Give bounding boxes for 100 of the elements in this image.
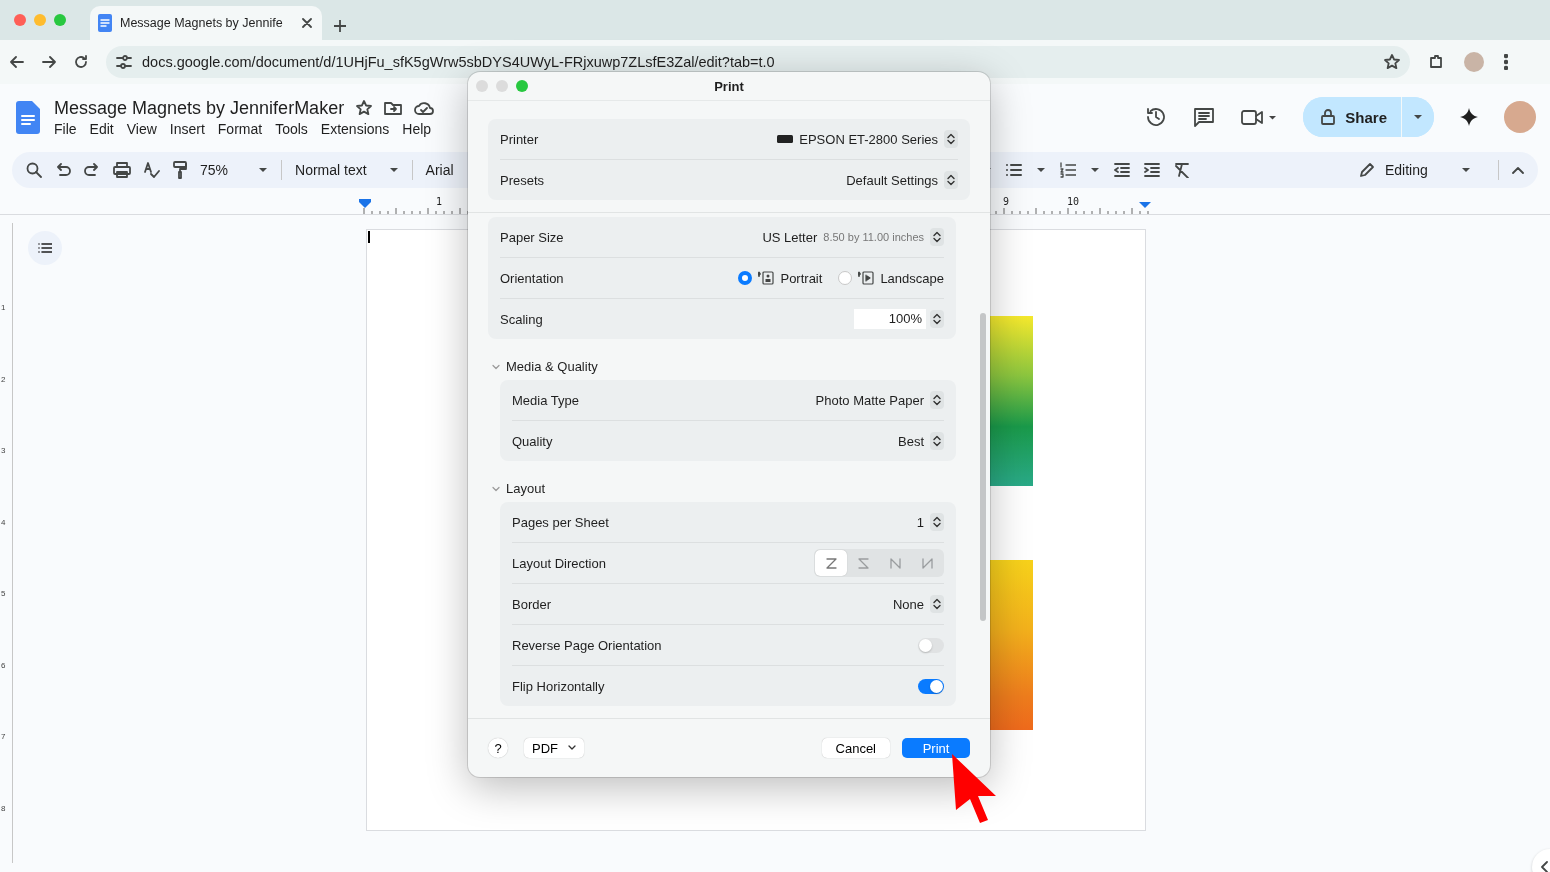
cancel-button[interactable]: Cancel bbox=[821, 738, 890, 758]
setting-value[interactable]: Photo Matte Paper bbox=[815, 392, 924, 408]
scrollbar-thumb[interactable] bbox=[980, 313, 986, 621]
search-icon bbox=[26, 162, 42, 178]
redo-icon bbox=[84, 163, 100, 177]
menu-item[interactable]: Format bbox=[217, 120, 270, 137]
extensions-icon bbox=[1428, 54, 1444, 70]
setting-value[interactable]: EPSON ET-2800 Series bbox=[799, 131, 938, 147]
ruler-number: 2 bbox=[1, 374, 6, 384]
chevron-left-icon bbox=[1540, 861, 1548, 872]
menu-item[interactable]: File bbox=[54, 120, 84, 137]
paper-dimensions: 8.50 by 11.00 inches bbox=[823, 231, 924, 243]
setting-label: Paper Size bbox=[500, 229, 565, 245]
menu-item[interactable]: Extensions bbox=[320, 120, 397, 137]
document-icon bbox=[98, 14, 112, 32]
ruler-number: 3 bbox=[1, 446, 6, 455]
setting-label: Layout Direction bbox=[512, 555, 607, 571]
ruler-number: 10 bbox=[1067, 196, 1080, 207]
more-icon bbox=[1504, 54, 1508, 70]
toggle-switch[interactable] bbox=[918, 637, 944, 653]
stepper-arrows-icon[interactable] bbox=[930, 432, 944, 450]
browser-tab[interactable]: Message Magnets by Jennife bbox=[90, 6, 322, 40]
new-tab-icon bbox=[334, 20, 346, 32]
chevron-down-icon bbox=[492, 484, 500, 493]
share-button[interactable]: Share bbox=[1303, 97, 1402, 137]
stepper-arrows-icon[interactable] bbox=[930, 228, 944, 246]
stepper-arrows-icon[interactable] bbox=[944, 171, 958, 189]
font-dropdown[interactable]: Arial bbox=[425, 162, 454, 178]
stepper-arrows-icon[interactable] bbox=[930, 513, 944, 531]
editing-mode-dropdown[interactable]: Editing bbox=[1345, 154, 1485, 186]
section-header[interactable]: Layout bbox=[492, 481, 546, 496]
ruler-number: 7 bbox=[1, 732, 6, 741]
stepper-arrows-icon[interactable] bbox=[944, 130, 958, 148]
decrease-indent-icon bbox=[1113, 163, 1130, 177]
setting-value[interactable]: Default Settings bbox=[846, 172, 938, 188]
account-avatar[interactable] bbox=[1504, 101, 1536, 133]
radio-label[interactable]: Landscape bbox=[880, 270, 944, 286]
document-title[interactable]: Message Magnets by JenniferMaker bbox=[54, 97, 345, 119]
document-outline-button[interactable] bbox=[28, 231, 62, 265]
scaling-field[interactable]: 100% bbox=[854, 309, 926, 329]
lock-icon bbox=[1321, 109, 1336, 125]
setting-label: Flip Horizontally bbox=[512, 678, 606, 694]
caret-down-icon bbox=[1413, 114, 1423, 120]
print-icon bbox=[113, 162, 131, 178]
close-icon bbox=[302, 18, 312, 28]
spellcheck-icon bbox=[144, 162, 160, 178]
clear-formatting-icon bbox=[1173, 162, 1190, 178]
numbered-list-icon bbox=[1059, 162, 1076, 178]
chevron-down-icon bbox=[492, 362, 500, 371]
menu-item[interactable]: Edit bbox=[89, 120, 121, 137]
setting-label: Printer bbox=[500, 131, 540, 147]
setting-value[interactable]: US Letter bbox=[762, 229, 818, 245]
reload-icon bbox=[74, 55, 88, 69]
setting-label: Quality bbox=[512, 433, 554, 449]
radio-button[interactable] bbox=[838, 271, 853, 285]
section-header[interactable]: Media & Quality bbox=[492, 359, 598, 374]
comment-icon bbox=[1193, 107, 1216, 127]
ruler-number: 5 bbox=[1, 589, 6, 598]
layout-direction-option[interactable] bbox=[815, 550, 847, 576]
radio-label[interactable]: Portrait bbox=[780, 270, 823, 286]
video-camera-icon bbox=[1241, 108, 1278, 126]
ruler-number: 6 bbox=[1, 660, 6, 670]
ruler-number: 1 bbox=[436, 196, 443, 207]
undo-icon bbox=[55, 163, 71, 177]
toggle-switch[interactable] bbox=[918, 678, 944, 694]
move-folder-icon bbox=[384, 101, 403, 115]
menu-item[interactable]: Tools bbox=[275, 120, 315, 137]
caret-down-icon bbox=[258, 167, 269, 173]
zoom-dialog-button[interactable] bbox=[516, 80, 528, 92]
back-arrow-icon bbox=[10, 56, 24, 68]
left-indent-marker[interactable] bbox=[359, 199, 371, 208]
collapse-chevron-icon bbox=[1512, 166, 1524, 174]
setting-value[interactable]: 1 bbox=[916, 514, 924, 530]
close-window-button[interactable] bbox=[14, 14, 26, 26]
help-button[interactable]: ? bbox=[488, 738, 508, 758]
pointer-cursor-icon bbox=[950, 752, 998, 824]
address-bar[interactable]: docs.google.com/document/d/1UHjFu_sfK5gWrw5sbDYS4UWyL-FRjxuwp7ZLsfE3Zal/edit?tab=t.0 bbox=[106, 46, 1410, 78]
zoom-window-button[interactable] bbox=[54, 14, 66, 26]
setting-value[interactable]: None bbox=[892, 596, 924, 612]
stepper-arrows-icon[interactable] bbox=[930, 595, 944, 613]
stepper-arrows-icon[interactable] bbox=[930, 310, 944, 328]
menu-item[interactable]: Insert bbox=[169, 120, 212, 137]
setting-value[interactable]: Best bbox=[898, 433, 924, 449]
profile-avatar[interactable] bbox=[1464, 52, 1484, 72]
radio-button[interactable] bbox=[738, 271, 753, 285]
cloud-check-icon bbox=[414, 101, 435, 115]
setting-label: Reverse Page Orientation bbox=[512, 637, 663, 653]
pdf-menu-button[interactable]: PDF bbox=[524, 738, 584, 758]
list-icon bbox=[38, 243, 52, 253]
zoom-dropdown[interactable]: 75% bbox=[200, 162, 269, 178]
setting-label: Scaling bbox=[500, 311, 544, 327]
portrait-page-icon bbox=[758, 271, 775, 285]
right-indent-marker[interactable] bbox=[1139, 202, 1151, 208]
paragraph-style-dropdown[interactable]: Normal text bbox=[295, 162, 399, 178]
stepper-arrows-icon[interactable] bbox=[930, 391, 944, 409]
menu-item[interactable]: Help bbox=[402, 120, 439, 137]
menu-item[interactable]: View bbox=[126, 120, 164, 137]
setting-label: Presets bbox=[500, 172, 546, 188]
bookmark-star-icon bbox=[1384, 54, 1400, 70]
print-button[interactable]: Print bbox=[902, 738, 970, 758]
